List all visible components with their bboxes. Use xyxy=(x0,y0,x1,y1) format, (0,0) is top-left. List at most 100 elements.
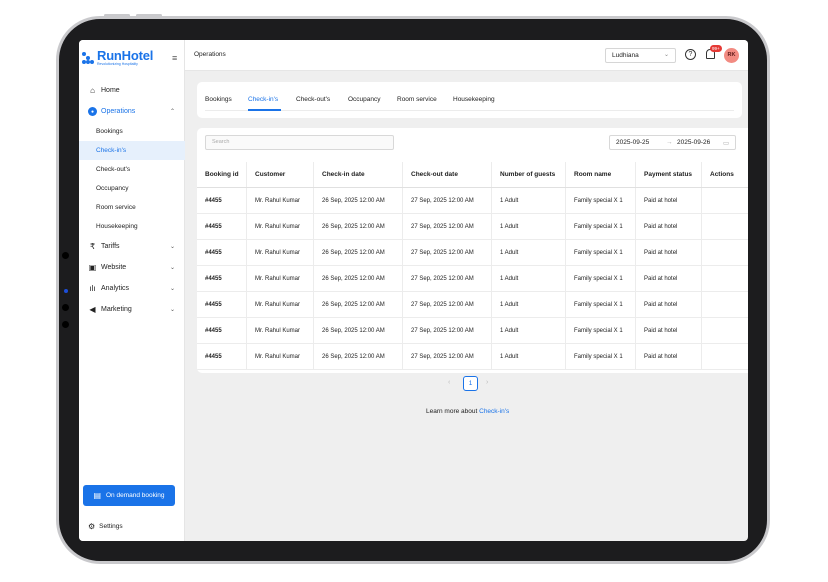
table-header-row: Booking id Customer Check-in date Check-… xyxy=(197,162,748,188)
table-cell: 1 Adult xyxy=(492,240,566,265)
column-header: Booking id xyxy=(197,162,247,187)
table-row[interactable]: #4455 Mr. Rahul Kumar 26 Sep, 2025 12:00 A… xyxy=(197,292,748,318)
page-title: Operations xyxy=(194,51,226,58)
sidebar-nav: ⌂ Home ● Operations ⌃ Bookings Check-in'… xyxy=(79,80,185,320)
tabs-divider xyxy=(205,110,734,111)
sidebar-item-label: Marketing xyxy=(101,306,132,313)
table-row[interactable]: #4455 Mr. Rahul Kumar 26 Sep, 2025 12:00 A… xyxy=(197,344,748,370)
logo-icon xyxy=(82,52,94,64)
arrow-right-icon: → xyxy=(666,139,673,146)
actions-cell[interactable] xyxy=(702,292,748,317)
table-cell: 1 Adult xyxy=(492,292,566,317)
table-body: #4455 Mr. Rahul Kumar 26 Sep, 2025 12:00 A… xyxy=(197,188,748,370)
table-cell: Paid at hotel xyxy=(636,266,702,291)
search-input[interactable]: Search xyxy=(205,135,394,150)
actions-cell[interactable] xyxy=(702,214,748,239)
tab-occupancy[interactable]: Occupancy xyxy=(348,96,381,103)
table-cell: Mr. Rahul Kumar xyxy=(247,188,314,213)
camera-dot xyxy=(62,252,69,259)
camera-dot xyxy=(62,321,69,328)
megaphone-icon: ◀ xyxy=(89,305,96,314)
table-cell: #4455 xyxy=(197,188,247,213)
settings-label: Settings xyxy=(99,523,123,530)
sidebar-subitem-occupancy[interactable]: Occupancy xyxy=(79,179,185,198)
table-cell: 27 Sep, 2025 12:00 AM xyxy=(403,266,492,291)
table-cell: Mr. Rahul Kumar xyxy=(247,266,314,291)
sidebar-item-label: Operations xyxy=(101,108,136,115)
table-cell: 27 Sep, 2025 12:00 AM xyxy=(403,214,492,239)
table-cell: Paid at hotel xyxy=(636,240,702,265)
on-demand-label: On demand booking xyxy=(106,492,165,499)
help-icon[interactable]: ? xyxy=(685,49,696,60)
date-range-picker[interactable]: 2025-09-25 → 2025-09-26 ▭ xyxy=(609,135,736,150)
table-row[interactable]: #4455 Mr. Rahul Kumar 26 Sep, 2025 12:00 A… xyxy=(197,214,748,240)
menu-toggle-icon[interactable]: ≡ xyxy=(172,53,177,63)
table-cell: #4455 xyxy=(197,344,247,369)
logo[interactable]: RunHotel Revolutionizing Hospitality xyxy=(82,49,153,66)
sidebar-item-marketing[interactable]: ◀ Marketing ⌄ xyxy=(79,299,185,320)
table-cell: 27 Sep, 2025 12:00 AM xyxy=(403,292,492,317)
actions-cell[interactable] xyxy=(702,240,748,265)
column-header: Customer xyxy=(247,162,314,187)
table-cell: 26 Sep, 2025 12:00 AM xyxy=(314,292,403,317)
top-bar: Operations Ludhiana ⌄ ? 99+ RK xyxy=(185,40,748,71)
table-cell: Family special X 1 xyxy=(566,240,636,265)
city-select[interactable]: Ludhiana ⌄ xyxy=(605,48,676,63)
table-cell: Family special X 1 xyxy=(566,292,636,317)
table-cell: 26 Sep, 2025 12:00 AM xyxy=(314,188,403,213)
table-row[interactable]: #4455 Mr. Rahul Kumar 26 Sep, 2025 12:00 A… xyxy=(197,266,748,292)
actions-cell[interactable] xyxy=(702,266,748,291)
tab-housekeeping[interactable]: Housekeeping xyxy=(453,96,495,103)
column-header: Check-out date xyxy=(403,162,492,187)
checkins-panel: Search 2025-09-25 → 2025-09-26 ▭ Booking… xyxy=(197,128,748,373)
table-cell: Paid at hotel xyxy=(636,188,702,213)
sidebar-subitem-housekeeping[interactable]: Housekeeping xyxy=(79,217,185,236)
table-row[interactable]: #4455 Mr. Rahul Kumar 26 Sep, 2025 12:00 A… xyxy=(197,318,748,344)
page-number[interactable]: 1 xyxy=(463,376,478,391)
table-row[interactable]: #4455 Mr. Rahul Kumar 26 Sep, 2025 12:00 A… xyxy=(197,188,748,214)
sidebar-subitem-room-service[interactable]: Room service xyxy=(79,198,185,217)
tab-bookings[interactable]: Bookings xyxy=(205,96,232,103)
chevron-down-icon: ⌄ xyxy=(169,307,175,313)
table-cell: Mr. Rahul Kumar xyxy=(247,240,314,265)
chevron-down-icon: ⌄ xyxy=(169,286,175,292)
sidebar-subitem-checkins[interactable]: Check-in's xyxy=(79,141,185,160)
sidebar-item-home[interactable]: ⌂ Home xyxy=(79,80,185,101)
chevron-left-icon[interactable]: ‹ xyxy=(448,379,450,386)
tariffs-icon: ₹ xyxy=(89,242,96,251)
on-demand-booking-button[interactable]: ▤ On demand booking xyxy=(83,485,175,506)
analytics-icon: ılı xyxy=(89,284,96,293)
column-header: Payment status xyxy=(636,162,702,187)
table-cell: 27 Sep, 2025 12:00 AM xyxy=(403,240,492,265)
checkins-table: Booking id Customer Check-in date Check-… xyxy=(197,162,748,370)
volume-button xyxy=(104,14,130,17)
tab-checkouts[interactable]: Check-out's xyxy=(296,96,330,103)
sidebar-item-website[interactable]: ▣ Website ⌄ xyxy=(79,257,185,278)
date-end: 2025-09-26 xyxy=(677,139,711,146)
notification-badge: 99+ xyxy=(710,45,722,52)
table-cell: 1 Adult xyxy=(492,188,566,213)
chevron-down-icon: ⌄ xyxy=(169,265,175,271)
chevron-up-icon: ⌃ xyxy=(169,109,175,115)
table-cell: 1 Adult xyxy=(492,344,566,369)
actions-cell[interactable] xyxy=(702,188,748,213)
sidebar-item-label: Analytics xyxy=(101,285,130,292)
table-cell: 27 Sep, 2025 12:00 AM xyxy=(403,318,492,343)
sidebar-item-tariffs[interactable]: ₹ Tariffs ⌄ xyxy=(79,236,185,257)
settings-link[interactable]: ⚙ Settings xyxy=(88,522,123,531)
table-cell: 26 Sep, 2025 12:00 AM xyxy=(314,344,403,369)
table-row[interactable]: #4455 Mr. Rahul Kumar 26 Sep, 2025 12:00 A… xyxy=(197,240,748,266)
learn-more-link[interactable]: Check-in's xyxy=(479,408,509,415)
actions-cell[interactable] xyxy=(702,318,748,343)
column-header: Room name xyxy=(566,162,636,187)
tabs-card: Bookings Check-in's Check-out's Occupanc… xyxy=(197,82,742,118)
tab-checkins[interactable]: Check-in's xyxy=(248,96,278,103)
chevron-right-icon[interactable]: › xyxy=(486,379,488,386)
avatar[interactable]: RK xyxy=(724,48,739,63)
tab-room-service[interactable]: Room service xyxy=(397,96,437,103)
sidebar-item-operations[interactable]: ● Operations ⌃ xyxy=(79,101,185,122)
sidebar-subitem-checkouts[interactable]: Check-out's xyxy=(79,160,185,179)
sidebar-subitem-bookings[interactable]: Bookings xyxy=(79,122,185,141)
sidebar-item-analytics[interactable]: ılı Analytics ⌄ xyxy=(79,278,185,299)
actions-cell[interactable] xyxy=(702,344,748,369)
